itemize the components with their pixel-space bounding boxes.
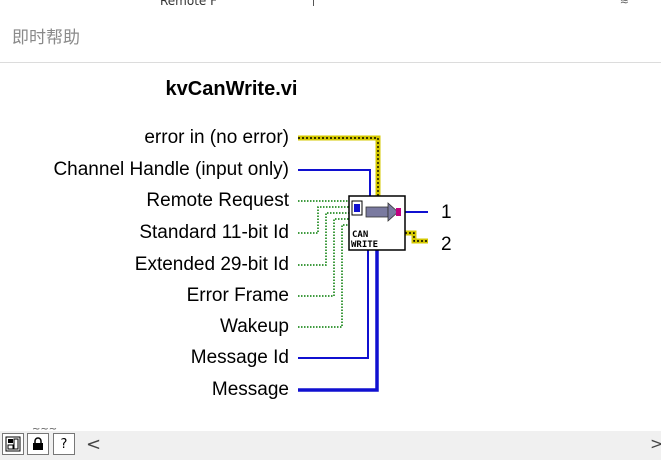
scroll-left-icon[interactable]: < [86,434,101,455]
help-icon: ? [60,436,68,452]
wire-message-id [298,250,369,359]
wire-error-frame [298,218,349,297]
vi-icon-text-2: WRITE [351,240,378,250]
wire-wakeup [298,224,349,328]
lock-icon[interactable] [27,433,49,455]
scroll-right-icon[interactable]: > [650,434,661,453]
wire-channel-handle [298,169,371,196]
wire-error-in [298,135,381,196]
front-panel-icon[interactable] [2,433,24,455]
vi-icon-text-1: CAN [352,230,368,240]
wire-output-2 [405,230,428,244]
wire-message [298,250,379,392]
connector-pane-diagram: CAN WRITE [298,135,428,392]
help-button[interactable]: ? [53,433,75,455]
vi-icon: CAN WRITE [348,195,406,251]
